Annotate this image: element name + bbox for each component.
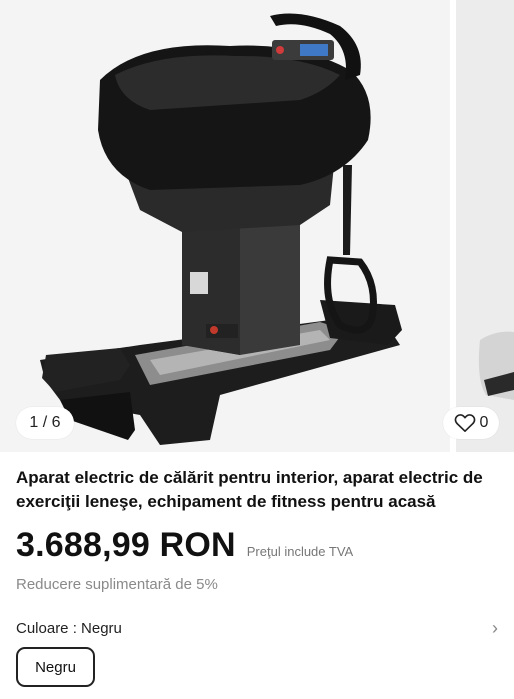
favorite-count: 0 [479, 414, 489, 431]
product-image-main[interactable]: 1 / 6 [0, 0, 450, 452]
product-image-gallery[interactable]: 1 / 6 0 [0, 0, 514, 452]
price-row: 3.688,99 RON Preţul include TVA [16, 526, 353, 565]
next-product-photo [478, 331, 514, 400]
color-option-chip[interactable]: Negru [16, 647, 95, 687]
product-title: Aparat electric de călărit pentru interi… [16, 468, 483, 511]
favorite-button[interactable]: 0 [443, 407, 499, 439]
product-price: 3.688,99 RON [16, 526, 236, 564]
color-label: Culoare : Negru [16, 619, 122, 637]
chevron-right-icon[interactable]: › [492, 618, 498, 639]
image-counter: 1 / 6 [16, 407, 74, 439]
product-image-next-preview[interactable] [456, 0, 514, 452]
discount-note: Reducere suplimentară de 5% [16, 576, 218, 593]
vat-note: Preţul include TVA [246, 544, 354, 559]
color-selector-row[interactable]: Culoare : Negru › [16, 617, 498, 639]
product-photo [40, 13, 402, 445]
heart-icon [454, 414, 475, 432]
